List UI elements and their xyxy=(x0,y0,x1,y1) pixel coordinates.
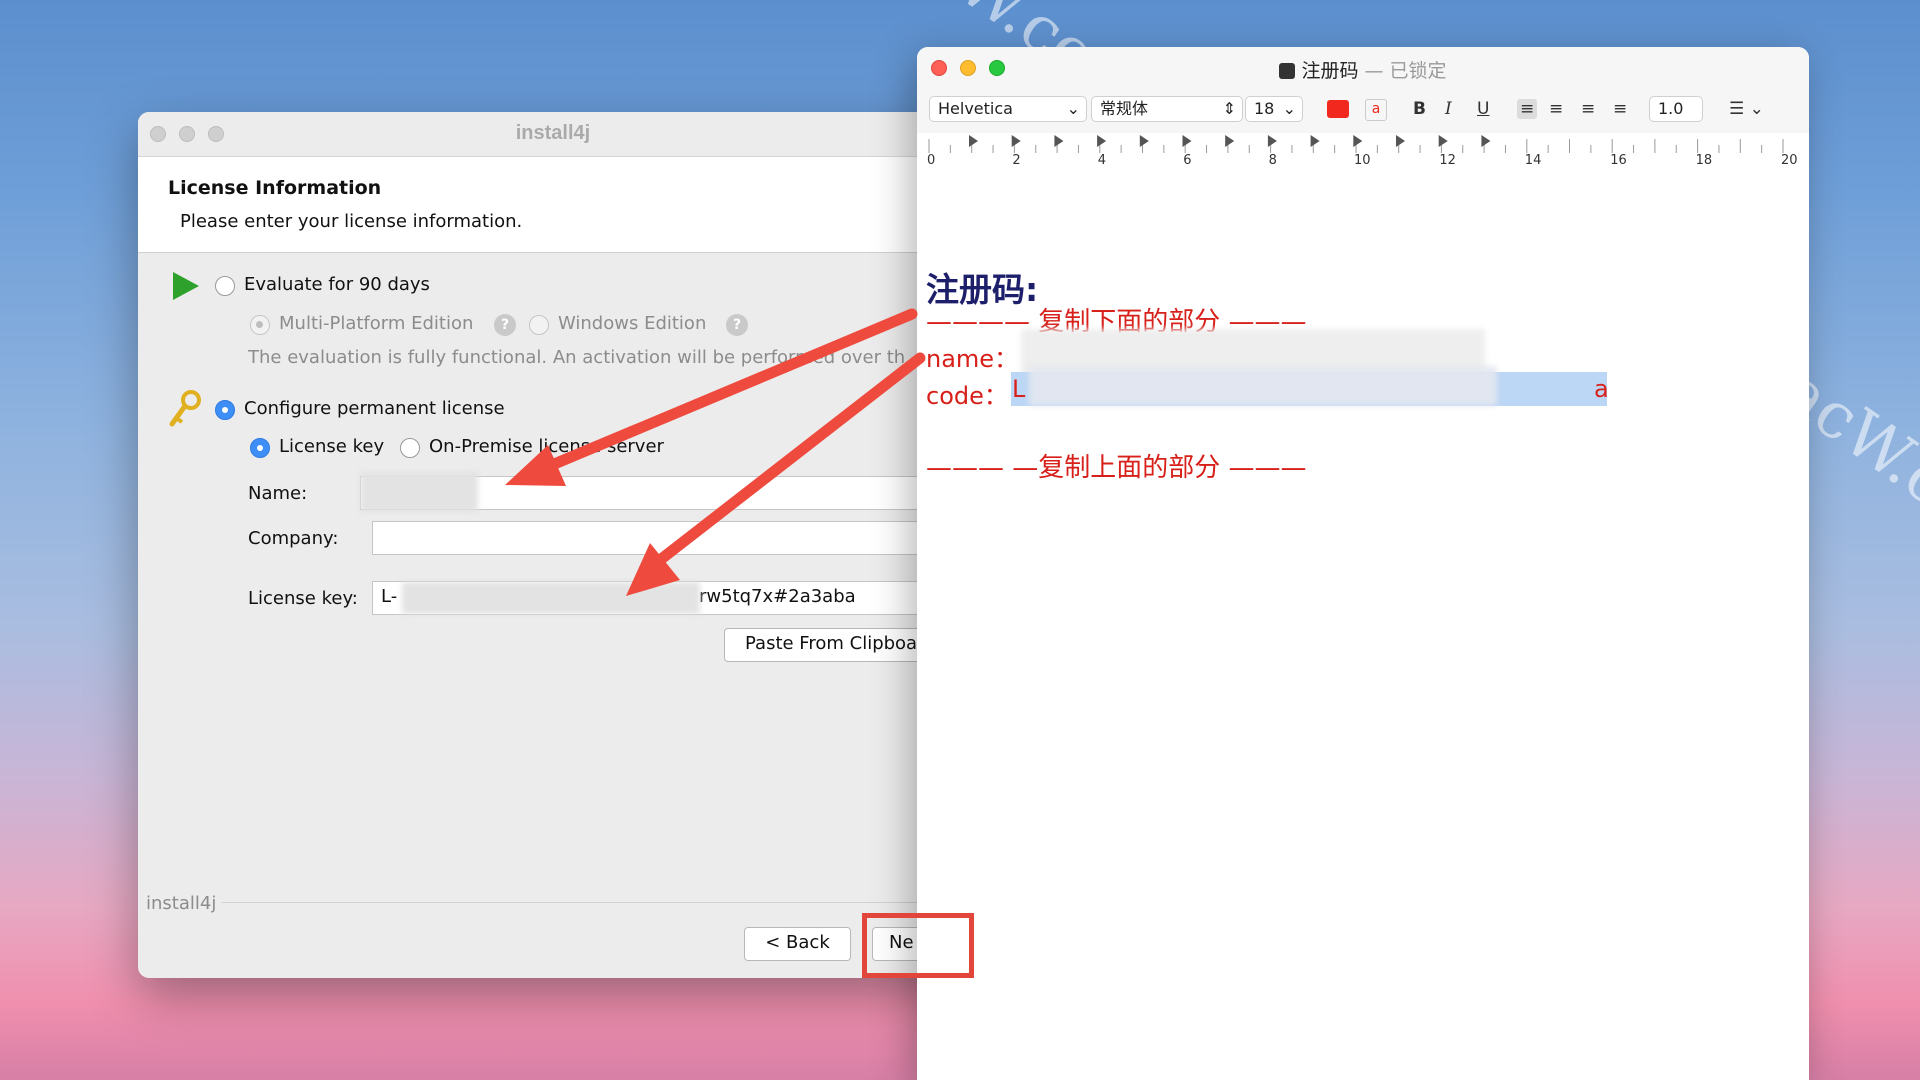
next-button-highlight xyxy=(862,913,974,978)
arrow-to-license-key-field xyxy=(654,352,926,566)
desktop-background: MacW.com MacW.com MacW.com install4j Lic… xyxy=(0,0,1920,1080)
arrow-to-name-field xyxy=(534,308,918,476)
arrowhead xyxy=(505,445,566,486)
